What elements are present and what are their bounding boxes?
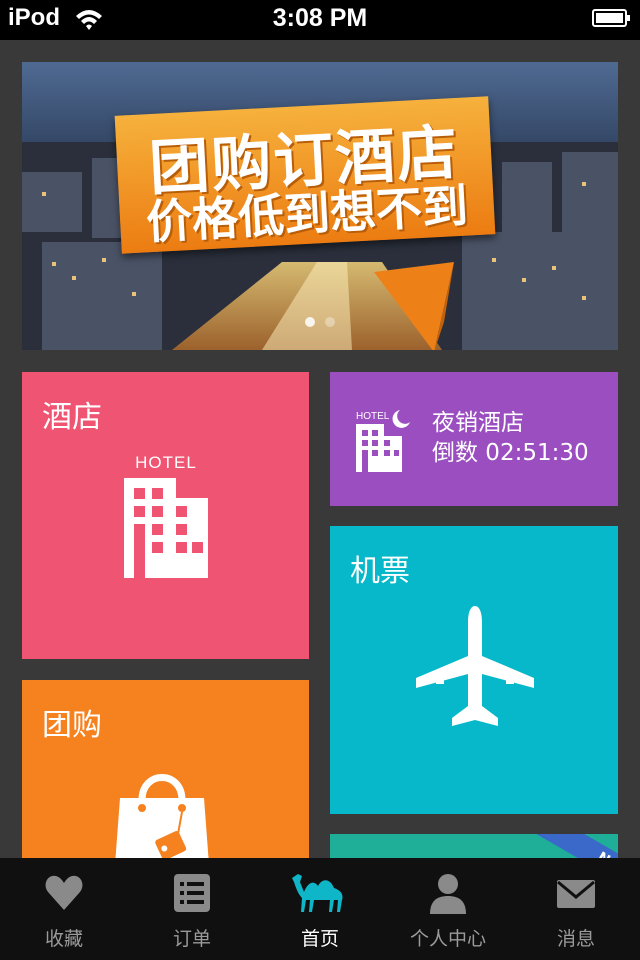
tab-profile[interactable]: 个人中心 (384, 858, 512, 960)
heart-icon (45, 875, 83, 910)
night-icon-text: HOTEL (356, 411, 390, 422)
new-ribbon: N (530, 834, 618, 858)
camel-icon (292, 874, 343, 912)
hotel-tile-label: 酒店 (42, 400, 102, 435)
tab-home-label: 首页 (300, 928, 339, 950)
night-hotel-tile[interactable]: HOTEL 夜销酒店 倒数 02:51:30 (330, 372, 618, 506)
promo-banner[interactable]: 团购订酒店 价格低到想不到 (22, 62, 618, 350)
night-hotel-icon: HOTEL (356, 410, 410, 472)
clock-label: 3:08 PM (272, 4, 368, 32)
flight-tile-label: 机票 (350, 554, 410, 589)
group-buy-tile-label: 团购 (42, 708, 102, 743)
flight-tile[interactable]: 机票 (330, 526, 618, 814)
new-feature-tile[interactable]: N (330, 834, 618, 858)
night-hotel-countdown: 倒数 02:51:30 (432, 440, 589, 466)
tab-favorites[interactable]: 收藏 (0, 858, 128, 960)
new-ribbon-text: N (595, 849, 618, 858)
shopping-bag-icon (115, 774, 209, 858)
tab-orders[interactable]: 订单 (128, 858, 256, 960)
tab-profile-label: 个人中心 (409, 928, 486, 950)
tab-messages[interactable]: 消息 (512, 858, 640, 960)
banner-arrow (374, 262, 454, 350)
hotel-icon-text: HOTEL (135, 454, 197, 472)
tab-favorites-label: 收藏 (44, 928, 83, 950)
hotel-tile[interactable]: 酒店 HOTEL (22, 372, 309, 659)
tab-bar: 收藏 订单 首页 个人中心 消息 (0, 858, 640, 960)
battery-icon (592, 9, 630, 27)
banner-pager[interactable] (22, 312, 618, 331)
status-bar: iPod 3:08 PM (0, 0, 640, 40)
person-icon (430, 874, 466, 914)
night-hotel-text: 夜销酒店 倒数 02:51:30 (432, 408, 589, 468)
tab-home[interactable]: 首页 (256, 858, 384, 960)
envelope-icon (557, 880, 595, 908)
pager-dot[interactable] (325, 317, 335, 327)
home-content: 团购订酒店 价格低到想不到 酒店 HOTEL HOTEL 夜销酒店 倒数 02:… (0, 40, 640, 858)
night-hotel-title: 夜销酒店 (432, 410, 524, 436)
tab-messages-label: 消息 (556, 928, 595, 950)
banner-headline: 团购订酒店 价格低到想不到 (114, 96, 496, 254)
list-icon (174, 874, 210, 912)
airplane-icon (416, 606, 534, 726)
hotel-building-icon: HOTEL (124, 454, 208, 578)
pager-dot[interactable] (305, 317, 315, 327)
tab-orders-label: 订单 (172, 928, 211, 950)
group-buy-tile[interactable]: 团购 (22, 680, 309, 858)
